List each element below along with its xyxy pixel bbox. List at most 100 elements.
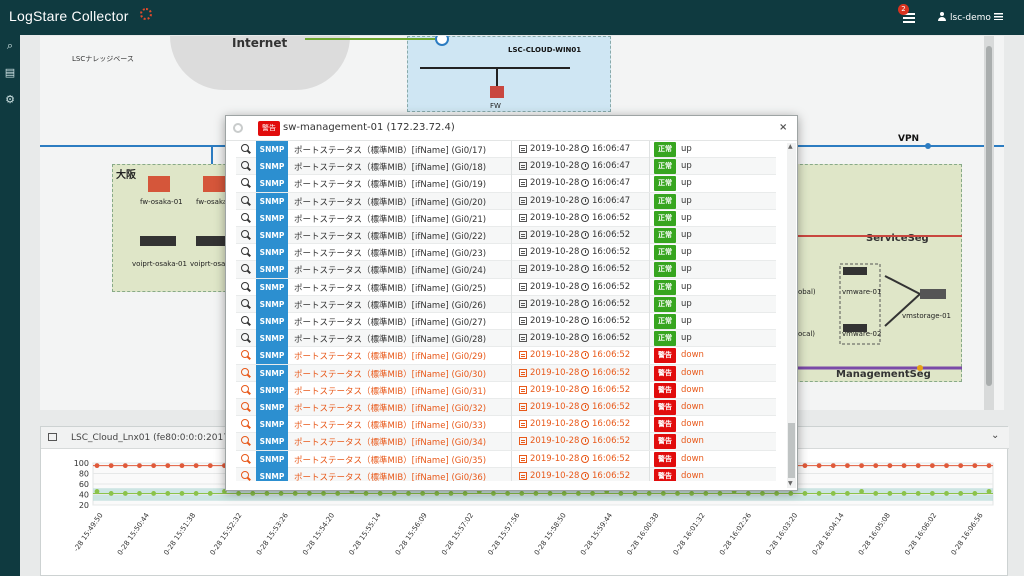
magnifier-icon[interactable] bbox=[241, 436, 250, 446]
table-row[interactable]: SNMP ポートステータス（標準MIB）[ifName] (Gi0/19) 2019… bbox=[236, 175, 776, 193]
table-row[interactable]: SNMP ポートステータス（標準MIB）[ifName] (Gi0/23) 2019… bbox=[236, 244, 776, 262]
series-point bbox=[278, 491, 284, 496]
table-row[interactable]: SNMP ポートステータス（標準MIB）[ifName] (Gi0/29) 2019… bbox=[236, 347, 776, 365]
clock-icon bbox=[581, 265, 589, 274]
modal-scrollbar[interactable]: ▲ ▼ bbox=[787, 143, 796, 488]
table-row[interactable]: SNMP ポートステータス（標準MIB）[ifName] (Gi0/33) 2019… bbox=[236, 416, 776, 434]
magnifier-icon[interactable] bbox=[241, 178, 250, 188]
check-date: 2019-10-28 bbox=[530, 367, 580, 378]
table-row[interactable]: SNMP ポートステータス（標準MIB）[ifName] (Gi0/26) 2019… bbox=[236, 295, 776, 313]
status-badge: 正常 bbox=[654, 228, 676, 243]
magnifier-icon[interactable] bbox=[241, 419, 250, 429]
settings-icon[interactable] bbox=[233, 123, 243, 133]
magnifier-icon[interactable] bbox=[241, 161, 250, 171]
clock-icon bbox=[581, 334, 589, 343]
table-row[interactable]: SNMP ポートステータス（標準MIB）[ifName] (Gi0/17) 2019… bbox=[236, 141, 776, 159]
table-row[interactable]: SNMP ポートステータス（標準MIB）[ifName] (Gi0/24) 2019… bbox=[236, 261, 776, 279]
panel-icon bbox=[48, 433, 57, 441]
scroll-up-icon[interactable]: ▲ bbox=[788, 143, 793, 150]
x-tick-label: 0-28 15:51:38 bbox=[162, 512, 197, 557]
scroll-down-icon[interactable]: ▼ bbox=[788, 480, 793, 487]
table-row[interactable]: SNMP ポートステータス（標準MIB）[ifName] (Gi0/27) 2019… bbox=[236, 313, 776, 331]
chevron-down-icon[interactable]: ⌄ bbox=[991, 430, 999, 441]
monitor-description: ポートステータス（標準MIB）[ifName] (Gi0/21) bbox=[294, 214, 487, 225]
magnifier-icon[interactable] bbox=[241, 298, 250, 309]
magnifier-icon[interactable] bbox=[241, 212, 250, 223]
calendar-icon bbox=[519, 471, 527, 480]
clock-icon bbox=[581, 454, 589, 463]
series-point bbox=[788, 491, 794, 496]
table-row[interactable]: SNMP ポートステータス（標準MIB）[ifName] (Gi0/31) 2019… bbox=[236, 381, 776, 399]
magnifier-icon[interactable] bbox=[241, 453, 250, 464]
monitor-description: ポートステータス（標準MIB）[ifName] (Gi0/18) bbox=[294, 163, 487, 174]
series-point bbox=[887, 491, 893, 496]
table-row[interactable]: SNMP ポートステータス（標準MIB）[ifName] (Gi0/18) 2019… bbox=[236, 158, 776, 176]
table-row[interactable]: SNMP ポートステータス（標準MIB）[ifName] (Gi0/22) 2019… bbox=[236, 227, 776, 245]
series-point bbox=[137, 491, 142, 496]
magnifier-icon[interactable] bbox=[241, 247, 250, 257]
settings-gears-icon[interactable]: ⚙ bbox=[3, 93, 17, 107]
table-row[interactable]: SNMP ポートステータス（標準MIB）[ifName] (Gi0/32) 2019… bbox=[236, 399, 776, 417]
series-point bbox=[193, 491, 199, 496]
monitor-description: ポートステータス（標準MIB）[ifName] (Gi0/23) bbox=[294, 249, 487, 260]
check-time: 16:06:47 bbox=[592, 144, 631, 154]
magnifier-icon[interactable] bbox=[241, 281, 250, 292]
series-point bbox=[745, 491, 751, 496]
series-point bbox=[179, 463, 185, 469]
check-time: 16:06:52 bbox=[592, 281, 631, 292]
magnifier-icon[interactable] bbox=[241, 350, 250, 360]
status-badge: 正常 bbox=[654, 296, 676, 312]
magnifier-icon[interactable] bbox=[241, 367, 250, 378]
check-date: 2019-10-28 bbox=[530, 333, 580, 344]
clock-icon bbox=[581, 213, 589, 222]
magnifier-icon[interactable] bbox=[241, 384, 250, 395]
table-row[interactable]: SNMP ポートステータス（標準MIB）[ifName] (Gi0/20) 2019… bbox=[236, 192, 776, 210]
status-value: up bbox=[681, 178, 692, 189]
magnifier-icon[interactable] bbox=[241, 264, 250, 274]
calendar-icon bbox=[519, 196, 527, 205]
map-scrollbar[interactable] bbox=[984, 36, 994, 410]
check-date: 2019-10-28 bbox=[530, 419, 580, 430]
series-point bbox=[94, 489, 100, 494]
table-row[interactable]: SNMP ポートステータス（標準MIB）[ifName] (Gi0/28) 2019… bbox=[236, 330, 776, 348]
table-row[interactable]: SNMP ポートステータス（標準MIB）[ifName] (Gi0/36) 2019… bbox=[236, 467, 776, 481]
series-point bbox=[632, 491, 638, 496]
series-point bbox=[491, 491, 496, 496]
app-title[interactable]: LogStare Collector bbox=[9, 8, 129, 24]
close-button[interactable]: × bbox=[779, 122, 787, 133]
magnifier-icon[interactable] bbox=[241, 470, 250, 481]
table-row[interactable]: SNMP ポートステータス（標準MIB）[ifName] (Gi0/35) 2019… bbox=[236, 450, 776, 468]
x-tick-label: 0-28 16:00:38 bbox=[625, 512, 660, 557]
user-menu[interactable]: lsc-demo bbox=[938, 12, 1003, 23]
check-date: 2019-10-28 bbox=[530, 402, 580, 412]
scroll-thumb[interactable] bbox=[788, 423, 795, 478]
magnifier-icon[interactable] bbox=[241, 195, 250, 206]
monitor-description: ポートステータス（標準MIB）[ifName] (Gi0/25) bbox=[294, 283, 487, 294]
series-point bbox=[703, 491, 709, 496]
snmp-tag: SNMP bbox=[256, 261, 288, 279]
table-row[interactable]: SNMP ポートステータス（標準MIB）[ifName] (Gi0/34) 2019… bbox=[236, 433, 776, 451]
search-icon[interactable]: ⌕ bbox=[3, 39, 17, 53]
series-point bbox=[887, 463, 893, 469]
magnifier-icon[interactable] bbox=[241, 333, 250, 343]
check-time: 16:06:52 bbox=[592, 316, 631, 326]
magnifier-icon[interactable] bbox=[241, 144, 250, 154]
table-row[interactable]: SNMP ポートステータス（標準MIB）[ifName] (Gi0/21) 2019… bbox=[236, 209, 776, 227]
magnifier-icon[interactable] bbox=[241, 316, 250, 326]
book-icon[interactable]: ▤ bbox=[3, 66, 17, 80]
check-date: 2019-10-28 bbox=[530, 298, 580, 309]
calendar-icon bbox=[519, 403, 527, 411]
table-row[interactable]: SNMP ポートステータス（標準MIB）[ifName] (Gi0/25) 2019… bbox=[236, 278, 776, 296]
check-time: 16:06:47 bbox=[592, 178, 631, 189]
check-date: 2019-10-28 bbox=[530, 178, 580, 189]
status-badge: 警告 bbox=[654, 434, 676, 450]
notifications-button[interactable]: 2 bbox=[898, 4, 916, 24]
table-row[interactable]: SNMP ポートステータス（標準MIB）[ifName] (Gi0/30) 2019… bbox=[236, 364, 776, 382]
check-time: 16:06:52 bbox=[592, 350, 631, 361]
magnifier-icon[interactable] bbox=[241, 402, 250, 412]
check-time: 16:06:52 bbox=[592, 247, 631, 258]
series-point bbox=[802, 463, 808, 469]
user-icon bbox=[938, 12, 946, 21]
monitor-description: ポートステータス（標準MIB）[ifName] (Gi0/29) bbox=[294, 352, 487, 363]
magnifier-icon[interactable] bbox=[241, 230, 250, 240]
